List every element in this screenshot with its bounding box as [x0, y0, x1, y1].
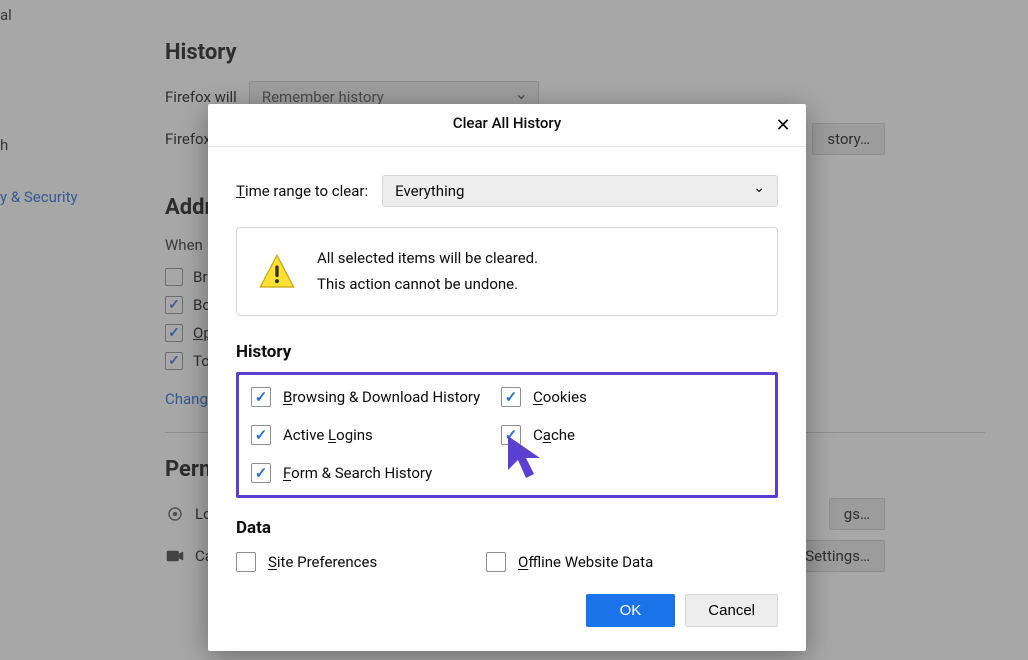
time-range-label: Time range to clear: [236, 182, 368, 200]
data-subtitle: Data [236, 518, 778, 538]
checkbox[interactable] [501, 387, 521, 407]
clear-history-dialog: Clear All History ✕ Time range to clear:… [208, 104, 806, 651]
checkbox[interactable] [251, 463, 271, 483]
dialog-title: Clear All History [453, 114, 561, 132]
opt-site-preferences[interactable]: Site Preferences [236, 552, 486, 572]
checkbox[interactable] [501, 425, 521, 445]
close-icon[interactable]: ✕ [772, 114, 794, 136]
warning-icon [257, 252, 297, 292]
history-subtitle: History [236, 342, 778, 362]
checkbox[interactable] [236, 552, 256, 572]
opt-browsing-download-history[interactable]: Browsing & Download History [251, 387, 501, 407]
ok-button[interactable]: OK [586, 594, 676, 627]
warning-line-2: This action cannot be undone. [317, 272, 538, 298]
opt-label: Active Logins [283, 426, 373, 444]
warning-line-1: All selected items will be cleared. [317, 246, 538, 272]
opt-cache[interactable]: Cache [501, 425, 763, 445]
history-options-group: Browsing & Download History Cookies Acti… [236, 372, 778, 498]
time-range-select[interactable]: Everything [382, 175, 778, 207]
opt-cookies[interactable]: Cookies [501, 387, 763, 407]
warning-box: All selected items will be cleared. This… [236, 227, 778, 316]
checkbox[interactable] [486, 552, 506, 572]
opt-label: Cache [533, 426, 575, 444]
opt-label: Form & Search History [283, 464, 432, 482]
opt-form-search-history[interactable]: Form & Search History [251, 463, 501, 483]
opt-label: Offline Website Data [518, 553, 653, 571]
opt-label: Browsing & Download History [283, 388, 480, 406]
checkbox[interactable] [251, 387, 271, 407]
opt-label: Cookies [533, 388, 587, 406]
data-options-group: Site Preferences Offline Website Data [236, 548, 778, 576]
cancel-button[interactable]: Cancel [685, 594, 778, 627]
dialog-titlebar: Clear All History ✕ [208, 104, 806, 147]
opt-label: Site Preferences [268, 553, 377, 571]
opt-active-logins[interactable]: Active Logins [251, 425, 501, 445]
checkbox[interactable] [251, 425, 271, 445]
opt-offline-website-data[interactable]: Offline Website Data [486, 552, 778, 572]
